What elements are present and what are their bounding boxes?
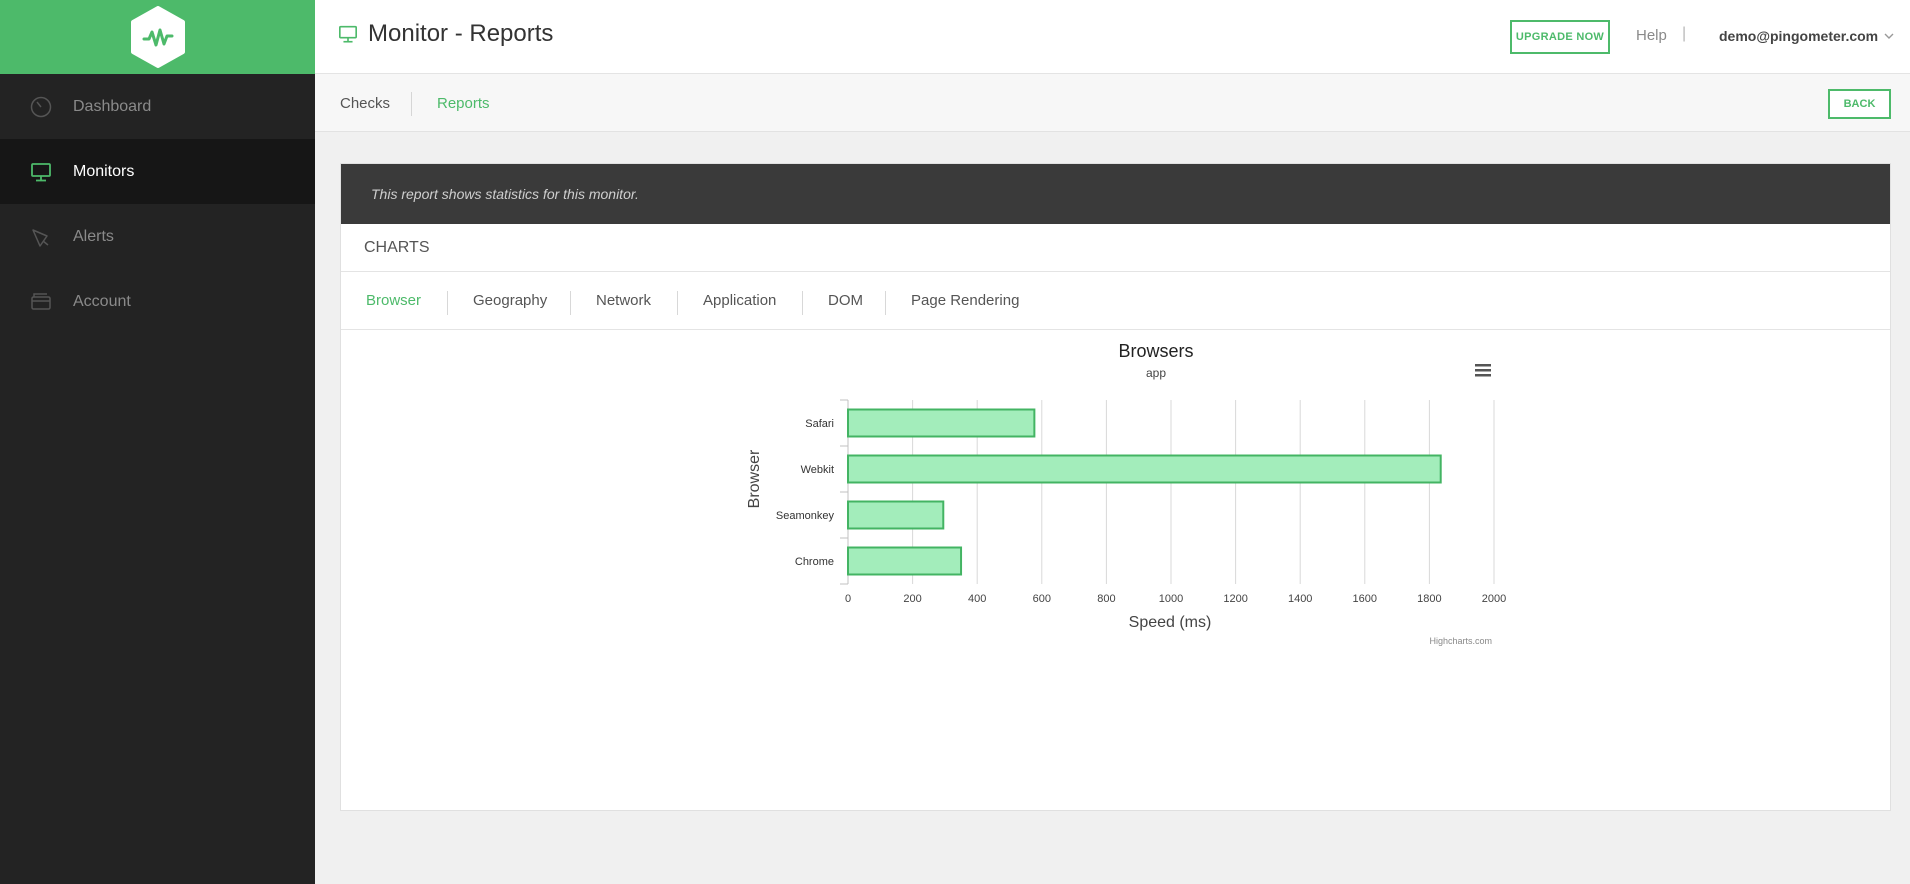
bar-seamonkey[interactable] <box>847 500 945 530</box>
x-tick-label: 1000 <box>1159 593 1183 605</box>
x-tick-label: 0 <box>845 593 851 605</box>
tab-network[interactable]: Network <box>596 292 651 309</box>
tab-divider <box>570 291 571 315</box>
gauge-icon <box>30 96 52 118</box>
chart-subtitle: app <box>1146 366 1166 380</box>
page-title-group: Monitor - Reports <box>338 20 553 48</box>
page-title: Monitor - Reports <box>368 20 554 47</box>
tab-browser[interactable]: Browser <box>366 292 421 309</box>
category-label: Seamonkey <box>776 510 835 522</box>
tab-divider <box>802 291 803 315</box>
sidebar-item-dashboard[interactable]: Dashboard <box>0 74 315 139</box>
monitor-icon <box>30 161 52 183</box>
megaphone-icon <box>30 226 52 248</box>
sidebar-item-monitors[interactable]: Monitors <box>0 139 315 204</box>
chart-tabs: Browser Geography Network Application DO… <box>341 272 1890 330</box>
tab-divider <box>885 291 886 315</box>
tab-checks[interactable]: Checks <box>340 95 390 112</box>
chart-bars <box>847 408 1442 576</box>
tab-divider <box>447 291 448 315</box>
upgrade-now-button[interactable]: UPGRADE NOW <box>1510 20 1610 54</box>
chart-credits[interactable]: Highcharts.com <box>1429 636 1492 646</box>
wallet-icon <box>30 291 52 313</box>
tab-geography[interactable]: Geography <box>473 292 547 309</box>
tab-reports[interactable]: Reports <box>437 95 490 112</box>
sidebar-item-label: Monitors <box>73 162 135 180</box>
x-axis-label: Speed (ms) <box>1129 614 1212 631</box>
x-tick-label: 200 <box>903 593 921 605</box>
chart-area: Browsers app Safari Webkit Seamonkey Chrome… <box>341 330 1892 810</box>
chart-title: Browsers <box>1118 341 1193 361</box>
x-tick-label: 2000 <box>1482 593 1506 605</box>
x-tick-label: 1200 <box>1223 593 1247 605</box>
x-tick-label: 400 <box>968 593 986 605</box>
pulse-logo-icon[interactable] <box>127 6 189 68</box>
category-label: Safari <box>805 418 834 430</box>
tab-application[interactable]: Application <box>703 292 776 309</box>
x-tick-label: 1800 <box>1417 593 1441 605</box>
report-panel: This report shows statistics for this mo… <box>340 163 1891 811</box>
bar-safari[interactable] <box>847 408 1036 438</box>
chevron-down-icon <box>1884 33 1894 39</box>
sidebar-item-alerts[interactable]: Alerts <box>0 204 315 269</box>
logo-bar <box>0 0 315 74</box>
tab-page-rendering[interactable]: Page Rendering <box>911 292 1019 309</box>
bar-webkit[interactable] <box>847 454 1442 484</box>
category-label: Webkit <box>801 464 834 476</box>
monitor-icon <box>339 25 357 43</box>
back-button[interactable]: BACK <box>1828 89 1891 119</box>
tab-divider <box>677 291 678 315</box>
y-axis-label: Browser <box>746 449 763 508</box>
hamburger-icon[interactable] <box>1475 364 1491 377</box>
x-tick-label: 1600 <box>1353 593 1377 605</box>
sidebar-item-label: Alerts <box>73 227 114 245</box>
header-separator: | <box>1682 25 1687 42</box>
browser-bar-chart: Browsers app Safari Webkit Seamonkey Chrome… <box>746 341 1506 646</box>
category-labels: Safari Webkit Seamonkey Chrome <box>776 418 835 568</box>
user-menu[interactable]: demo@pingometer.com <box>1719 28 1894 44</box>
sidebar: Dashboard Monitors Alerts Account <box>0 0 315 884</box>
x-tick-label: 800 <box>1097 593 1115 605</box>
top-header: Monitor - Reports UPGRADE NOW Help | dem… <box>315 0 1910 74</box>
bar-chrome[interactable] <box>847 546 963 576</box>
sub-nav: Checks Reports BACK <box>315 74 1910 132</box>
x-tick-label: 1400 <box>1288 593 1312 605</box>
report-notice: This report shows statistics for this mo… <box>341 164 1890 224</box>
sidebar-item-account[interactable]: Account <box>0 269 315 334</box>
tab-dom[interactable]: DOM <box>828 292 863 309</box>
tab-divider <box>411 92 412 116</box>
help-link[interactable]: Help <box>1636 27 1667 44</box>
charts-heading: CHARTS <box>341 224 1890 272</box>
x-tick-labels: 0 200 400 600 800 1000 1200 1400 1600 1800 2000 <box>845 593 1506 605</box>
sidebar-item-label: Account <box>73 292 131 310</box>
category-label: Chrome <box>795 556 834 568</box>
user-email: demo@pingometer.com <box>1719 28 1879 44</box>
sidebar-item-label: Dashboard <box>73 97 152 115</box>
x-tick-label: 600 <box>1033 593 1051 605</box>
